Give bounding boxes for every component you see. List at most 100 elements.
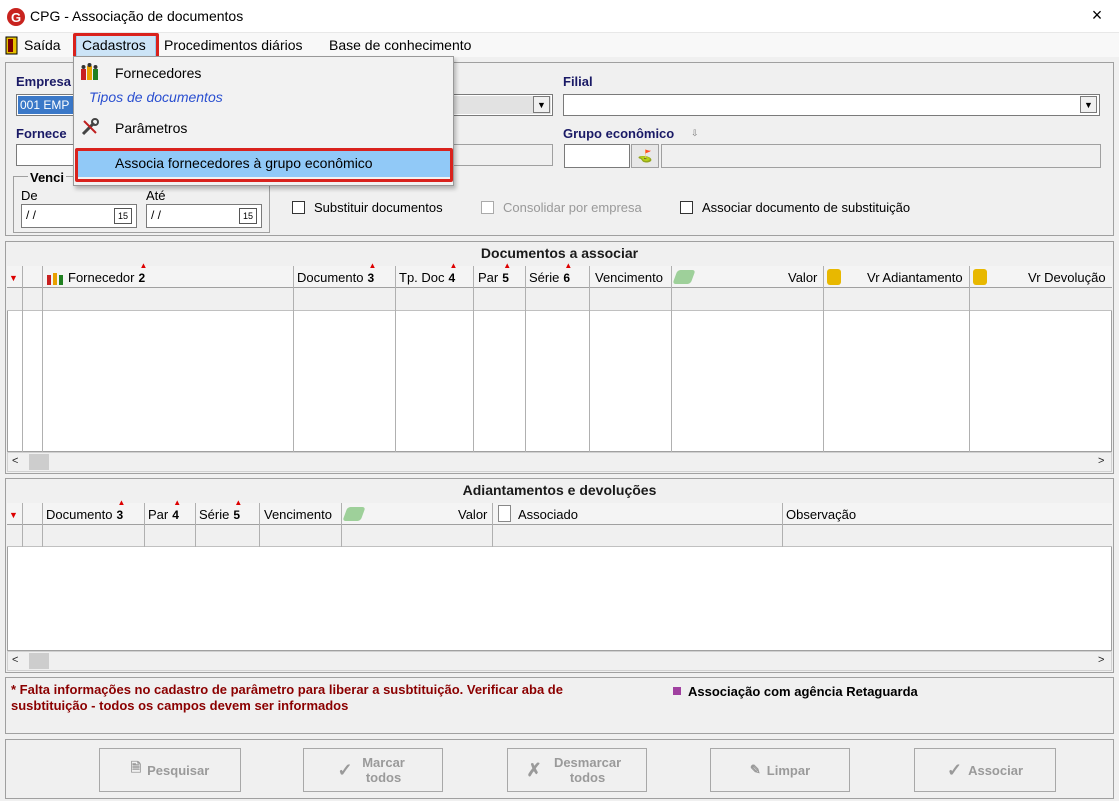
sort-number: 3 — [367, 271, 374, 285]
grid-adiantamentos-filter-row[interactable] — [7, 525, 1112, 547]
vencimento-label: Venci — [28, 170, 66, 185]
pesquisar-button[interactable]: 🗎 Pesquisar — [99, 748, 241, 792]
scroll-right-icon[interactable]: > — [1098, 654, 1104, 666]
substituir-checkbox[interactable] — [292, 201, 305, 214]
document-icon — [498, 505, 511, 522]
uncheck-icon: ✗ — [526, 759, 542, 780]
menu-saida[interactable]: Saída — [24, 37, 61, 53]
marcar-todos-button[interactable]: ✓ Marcar todos — [303, 748, 443, 792]
empresa-value: 001 EMP — [18, 96, 76, 114]
col-sep — [341, 503, 342, 547]
empresa-dropdown-arrow-icon[interactable]: ▼ — [533, 96, 550, 113]
col-sep — [671, 266, 672, 452]
col-sep — [969, 266, 970, 452]
suppliers-icon — [46, 270, 64, 286]
scroll-right-icon[interactable]: > — [1098, 455, 1104, 467]
calendar-icon[interactable]: 15 — [239, 208, 257, 224]
col-label: Par — [478, 270, 499, 285]
filial-select[interactable] — [563, 94, 1100, 116]
menu-item-fornecedores[interactable]: Fornecedores — [115, 65, 201, 81]
grid-documentos-scrollbar[interactable] — [7, 452, 1112, 472]
grid-documentos-title: Documentos a associar — [480, 245, 639, 261]
grupo-name-field — [661, 144, 1101, 168]
col-sep — [42, 266, 43, 452]
col-vencimento[interactable]: Vencimento — [595, 270, 663, 285]
search-doc-icon: 🗎 — [130, 760, 142, 775]
check-icon: ✓ — [337, 759, 353, 780]
col-vencimento[interactable]: Vencimento — [264, 507, 332, 522]
menu-cadastros[interactable]: Cadastros — [82, 37, 146, 53]
col-observacao[interactable]: Observação — [786, 507, 856, 522]
consolidar-checkbox[interactable] — [481, 201, 494, 214]
col-sep — [473, 266, 474, 452]
grid-adiantamentos-scrollbar[interactable] — [7, 651, 1112, 671]
col-vr-adiantamento[interactable]: Vr Adiantamento — [867, 270, 963, 285]
col-associado[interactable]: Associado — [518, 507, 578, 522]
menu-procedimentos[interactable]: Procedimentos diários — [164, 37, 303, 53]
menu-base-conhecimento[interactable]: Base de conhecimento — [329, 37, 471, 53]
col-valor[interactable]: Valor — [788, 270, 817, 285]
associar-label: Associar — [968, 762, 1023, 778]
filial-dropdown-arrow-icon[interactable]: ▼ — [1080, 96, 1097, 113]
col-sep — [42, 503, 43, 547]
col-sep — [492, 503, 493, 547]
menu-item-associa-fornecedores[interactable]: Associa fornecedores à grupo econômico — [115, 155, 373, 171]
col-valor[interactable]: Valor — [458, 507, 487, 522]
col-label: Fornecedor — [68, 270, 135, 285]
exit-door-icon — [5, 36, 18, 55]
fornecedor-code-input[interactable] — [16, 144, 78, 166]
col-vr-devolucao[interactable]: Vr Devolução — [1028, 270, 1106, 285]
col-sep — [782, 503, 783, 547]
app-logo-icon: G — [7, 8, 25, 26]
fornecedor-name-field — [453, 144, 553, 166]
col-par[interactable]: Par4 — [148, 507, 179, 522]
col-fornecedor[interactable]: Fornecedor2 — [68, 270, 145, 285]
scroll-thumb[interactable] — [29, 653, 49, 669]
coins-icon — [827, 269, 841, 285]
fornecedor-label: Fornece — [16, 126, 67, 141]
calendar-icon[interactable]: 15 — [114, 208, 132, 224]
grid-adiantamentos-title: Adiantamentos e devoluções — [462, 482, 657, 498]
col-sep — [823, 266, 824, 452]
col-sep — [589, 266, 590, 452]
scroll-left-icon[interactable]: < — [12, 455, 18, 467]
col-documento[interactable]: Documento3 — [46, 507, 123, 522]
ate-label: Até — [146, 188, 166, 203]
associar-substituicao-checkbox[interactable] — [680, 201, 693, 214]
col-sep — [293, 266, 294, 452]
col-sep — [22, 266, 23, 452]
down-arrow-icon: ⇩ — [691, 128, 699, 138]
binoculars-icon[interactable]: ⛳ — [631, 144, 659, 168]
scroll-thumb[interactable] — [29, 454, 49, 470]
col-serie[interactable]: Série6 — [529, 270, 570, 285]
desmarcar-todos-button[interactable]: ✗ Desmarcar todos — [507, 748, 647, 792]
close-icon[interactable]: × — [1086, 5, 1108, 26]
coins-icon — [973, 269, 987, 285]
menu-item-tipos-documentos[interactable]: Tipos de documentos — [89, 89, 223, 105]
col-label: Série — [199, 507, 230, 522]
col-sep — [144, 503, 145, 547]
svg-text:G: G — [11, 10, 21, 25]
associar-substituicao-label: Associar documento de substituição — [702, 200, 911, 215]
col-sep — [22, 503, 23, 547]
col-documento[interactable]: Documento3 — [297, 270, 374, 285]
sort-indicator-icon: ▼ — [9, 510, 18, 520]
sort-indicator-icon: ▼ — [9, 273, 18, 283]
grid-documentos-filter-row[interactable] — [7, 288, 1112, 311]
limpar-button[interactable]: ✎ Limpar — [710, 748, 850, 792]
filial-label: Filial — [563, 74, 593, 89]
empresa-label: Empresa — [16, 74, 71, 89]
col-sep — [525, 266, 526, 452]
pesquisar-label: Pesquisar — [147, 762, 210, 778]
col-sep — [259, 503, 260, 547]
menu-item-parametros[interactable]: Parâmetros — [115, 120, 187, 136]
legend-swatch — [673, 687, 681, 695]
col-tp-doc[interactable]: Tp. Doc 4 — [399, 270, 455, 285]
scroll-left-icon[interactable]: < — [12, 654, 18, 666]
col-label: Série — [529, 270, 560, 285]
associar-button[interactable]: ✓ Associar — [914, 748, 1056, 792]
col-serie[interactable]: Série5 — [199, 507, 240, 522]
grupo-code-input[interactable] — [564, 144, 630, 168]
sort-number: 5 — [502, 271, 509, 285]
col-par[interactable]: Par5 — [478, 270, 509, 285]
